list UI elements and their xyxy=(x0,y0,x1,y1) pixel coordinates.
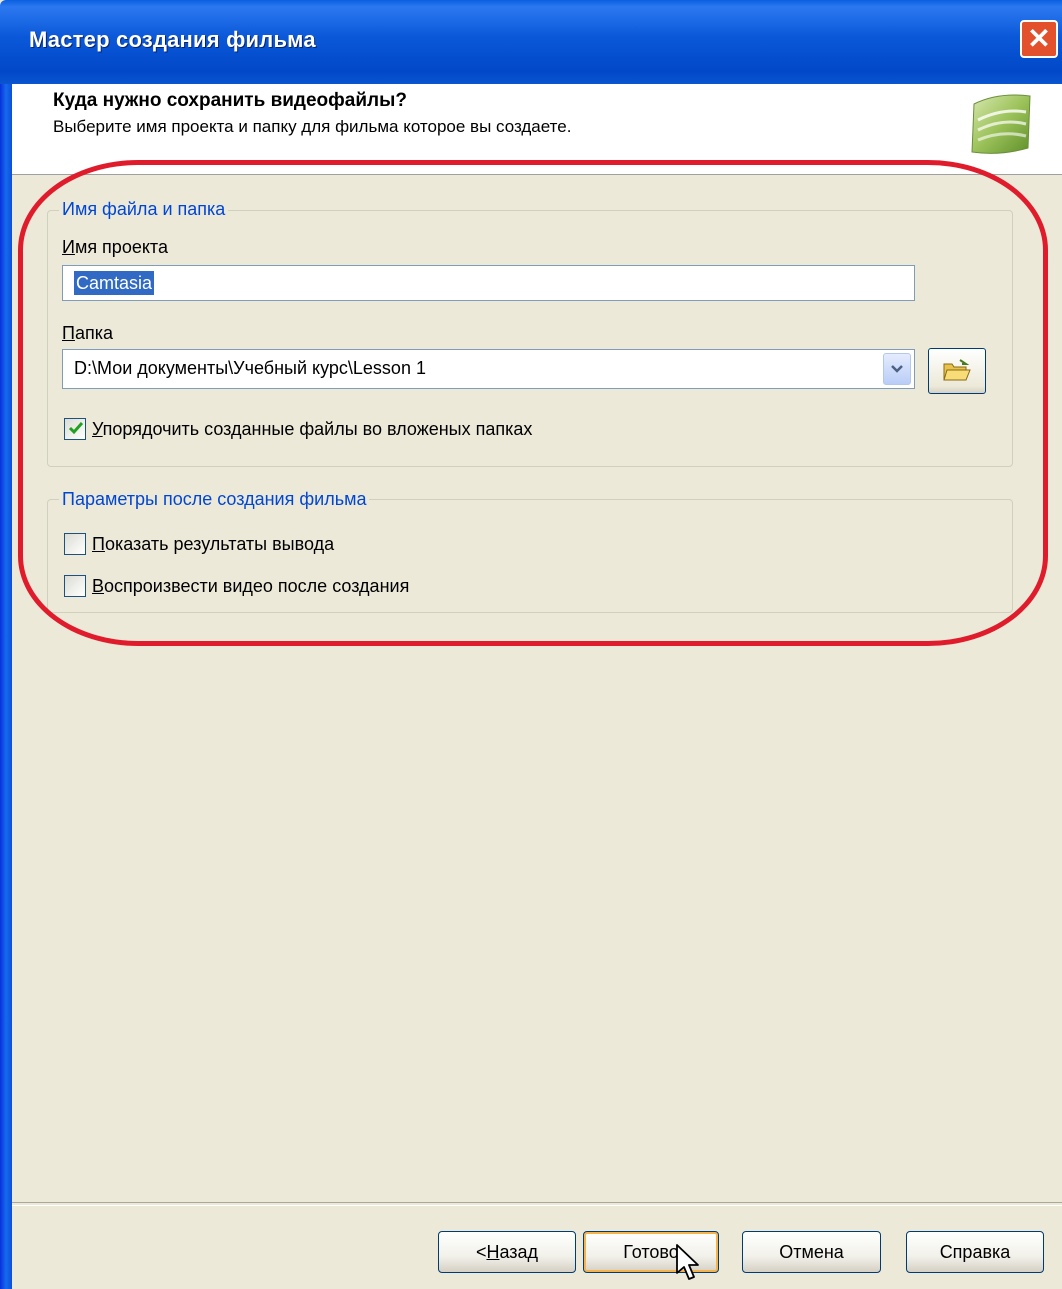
cancel-label: Отмена xyxy=(779,1241,844,1262)
help-label: Справка xyxy=(939,1241,1011,1262)
wizard-logo-icon xyxy=(971,94,1031,154)
help-button[interactable]: Справка xyxy=(906,1231,1044,1273)
finish-label: Готово xyxy=(623,1241,679,1262)
header-subtitle: Выберите имя проекта и папку для фильма … xyxy=(53,117,572,136)
annotation-highlight xyxy=(18,160,1048,646)
window-title: Мастер создания фильма xyxy=(29,27,316,52)
back-button[interactable]: < Назад xyxy=(438,1231,576,1273)
mouse-cursor-icon xyxy=(676,1244,699,1280)
close-icon: ✕ xyxy=(1027,23,1051,54)
footer-divider xyxy=(12,1202,1062,1206)
wizard-window: Мастер создания фильма ✕ Куда нужно сохр… xyxy=(0,0,1062,1289)
close-button[interactable]: ✕ xyxy=(1020,20,1058,58)
cancel-button[interactable]: Отмена xyxy=(742,1231,881,1273)
header-title: Куда нужно сохранить видеофайлы? xyxy=(53,90,407,111)
title-bar[interactable]: Мастер создания фильма ✕ xyxy=(0,0,1062,84)
window-frame-left xyxy=(0,84,12,1289)
